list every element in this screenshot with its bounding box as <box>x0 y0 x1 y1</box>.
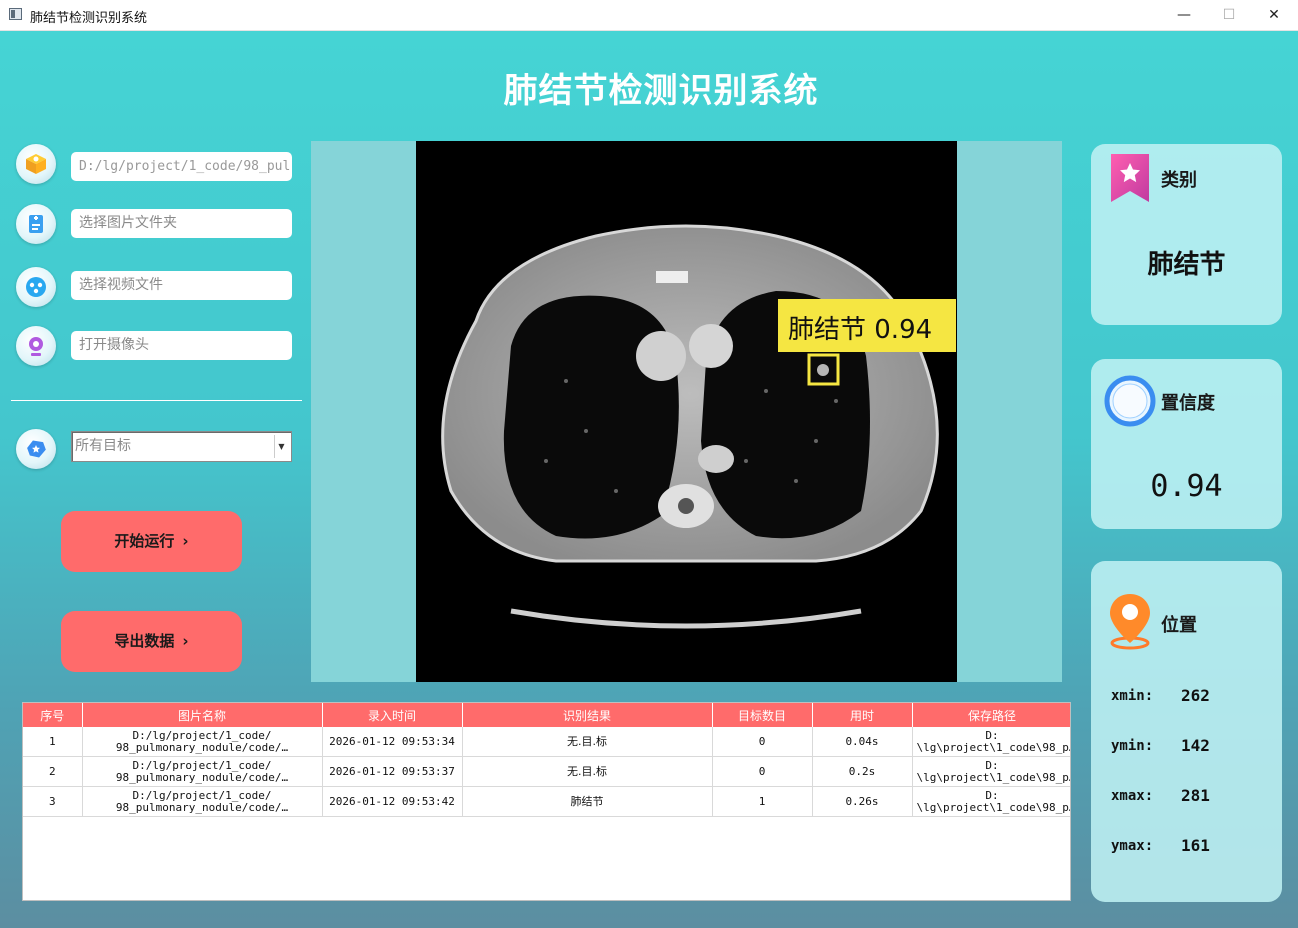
category-title: 类别 <box>1161 170 1197 191</box>
export-button-label: 导出数据 <box>114 632 175 650</box>
minimize-button[interactable]: — <box>1161 0 1207 30</box>
chevron-right-icon: › <box>182 632 189 650</box>
table-header-row: 序号 图片名称 录入时间 识别结果 目标数目 用时 保存路径 <box>23 703 1070 727</box>
video-input[interactable]: 选择视频文件 <box>71 271 292 300</box>
folder-input[interactable]: 选择图片文件夹 <box>71 209 292 238</box>
results-table[interactable]: 序号 图片名称 录入时间 识别结果 目标数目 用时 保存路径 1 D:/lg/p… <box>22 702 1071 901</box>
close-button[interactable]: ✕ <box>1251 0 1297 30</box>
open-video-icon[interactable] <box>16 267 56 307</box>
table-cell: 无.目.标 <box>462 727 713 757</box>
table-cell: 0.26s <box>812 786 913 817</box>
window-title: 肺结节检测识别系统 <box>30 11 148 26</box>
export-button[interactable]: 导出数据 › <box>61 611 242 672</box>
window-title-bar: 肺结节检测识别系统 — ☐ ✕ <box>0 0 1298 31</box>
column-header[interactable]: 序号 <box>23 703 83 727</box>
open-image-icon[interactable] <box>16 144 56 184</box>
app-window-icon <box>9 8 22 20</box>
position-card: 位置 xmin: 262 ymin: 142 xmax: 281 ymax: 1… <box>1091 561 1282 902</box>
table-cell: D:/lg/project/1_code/ 98_pulmonary_nodul… <box>82 756 323 787</box>
table-cell: 肺结节 <box>462 786 713 817</box>
column-header[interactable]: 保存路径 <box>912 703 1070 727</box>
camera-icon[interactable] <box>16 326 56 366</box>
camera-input[interactable]: 打开摄像头 <box>71 331 292 360</box>
table-cell: 0.2s <box>812 756 913 787</box>
xmax-value: 281 <box>1181 786 1210 805</box>
confidence-value: 0.94 <box>1150 469 1223 504</box>
confidence-card: 置信度 0.94 <box>1091 359 1282 529</box>
table-cell: 无.目.标 <box>462 756 713 787</box>
column-header[interactable]: 用时 <box>812 703 913 727</box>
table-cell: 1 <box>712 786 813 817</box>
chevron-right-icon: › <box>182 532 189 550</box>
table-cell: 1 <box>23 727 83 757</box>
target-select[interactable]: 所有目标 ▼ <box>71 431 292 462</box>
position-title: 位置 <box>1161 615 1197 636</box>
target-filter-icon <box>16 429 56 469</box>
table-cell: 3 <box>23 786 83 817</box>
maximize-button[interactable]: ☐ <box>1206 0 1252 30</box>
app-title: 肺结节检测识别系统 <box>503 71 819 111</box>
ring-icon <box>1103 374 1157 428</box>
table-row[interactable]: 1 D:/lg/project/1_code/ 98_pulmonary_nod… <box>23 727 1070 757</box>
table-cell: 2026-01-12 09:53:42 <box>322 786 463 817</box>
chevron-down-icon[interactable]: ▼ <box>274 435 288 458</box>
category-card: 类别 肺结节 <box>1091 144 1282 325</box>
open-folder-icon[interactable] <box>16 204 56 244</box>
table-cell: D: \lg\project\1_code\98_p… <box>912 727 1070 757</box>
table-cell: 0.04s <box>812 727 913 757</box>
confidence-title: 置信度 <box>1161 393 1215 414</box>
category-value: 肺结节 <box>1147 250 1226 280</box>
detection-label: 肺结节 0.94 <box>788 315 933 345</box>
target-select-value: 所有目标 <box>75 438 131 454</box>
table-cell: 2026-01-12 09:53:37 <box>322 756 463 787</box>
left-divider <box>11 400 302 401</box>
table-cell: D:/lg/project/1_code/ 98_pulmonary_nodul… <box>82 786 323 817</box>
image-path-input[interactable]: D:/lg/project/1_code/98_pul <box>71 152 292 181</box>
ct-scan-image: 肺结节 0.94 <box>416 141 957 682</box>
ymax-label: ymax: <box>1111 838 1154 854</box>
table-cell: D:/lg/project/1_code/ 98_pulmonary_nodul… <box>82 727 323 757</box>
table-row[interactable]: 3 D:/lg/project/1_code/ 98_pulmonary_nod… <box>23 786 1070 817</box>
column-header[interactable]: 目标数目 <box>712 703 813 727</box>
bookmark-star-icon <box>1107 152 1153 204</box>
ymin-value: 142 <box>1181 736 1210 755</box>
table-cell: 2026-01-12 09:53:34 <box>322 727 463 757</box>
run-button-label: 开始运行 <box>114 532 175 550</box>
table-cell: D: \lg\project\1_code\98_p… <box>912 756 1070 787</box>
table-cell: D: \lg\project\1_code\98_p… <box>912 786 1070 817</box>
image-display-panel: 肺结节 0.94 <box>311 141 1062 682</box>
ymax-value: 161 <box>1181 836 1210 855</box>
xmin-value: 262 <box>1181 686 1210 705</box>
location-pin-icon <box>1107 591 1153 651</box>
column-header[interactable]: 录入时间 <box>322 703 463 727</box>
main-window: 肺结节检测识别系统 D:/lg/project/1_code/98_pul 选择… <box>0 31 1298 928</box>
column-header[interactable]: 图片名称 <box>82 703 323 727</box>
table-cell: 0 <box>712 756 813 787</box>
xmax-label: xmax: <box>1111 788 1154 804</box>
column-header[interactable]: 识别结果 <box>462 703 713 727</box>
table-cell: 0 <box>712 727 813 757</box>
run-button[interactable]: 开始运行 › <box>61 511 242 572</box>
table-cell: 2 <box>23 756 83 787</box>
ymin-label: ymin: <box>1111 738 1154 754</box>
xmin-label: xmin: <box>1111 688 1154 704</box>
table-row[interactable]: 2 D:/lg/project/1_code/ 98_pulmonary_nod… <box>23 756 1070 787</box>
